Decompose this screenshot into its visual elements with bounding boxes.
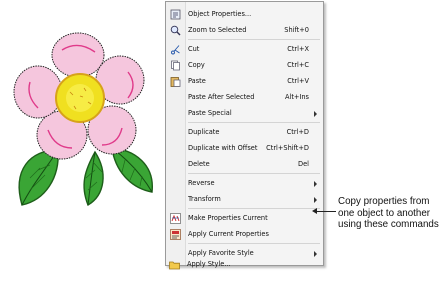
menu-item-label: Delete bbox=[188, 160, 210, 168]
zoom-icon bbox=[170, 25, 181, 36]
submenu-arrow-icon bbox=[314, 111, 317, 117]
menu-item-delete[interactable]: Delete Del bbox=[166, 156, 323, 172]
menu-item-label: Duplicate with Offset bbox=[188, 144, 258, 152]
menu-item-shortcut: Del bbox=[298, 160, 309, 168]
menu-item-paste-after-selected[interactable]: Paste After Selected Alt+Ins bbox=[166, 89, 323, 105]
apply-properties-icon bbox=[170, 229, 181, 240]
menu-item-shortcut: Shift+0 bbox=[284, 26, 309, 34]
menu-separator bbox=[188, 39, 320, 40]
menu-item-shortcut: Alt+Ins bbox=[284, 93, 309, 101]
menu-separator bbox=[188, 243, 320, 244]
menu-item-duplicate[interactable]: Duplicate Ctrl+D bbox=[166, 124, 323, 140]
callout-leader-line bbox=[314, 211, 336, 212]
menu-item-transform[interactable]: Transform bbox=[166, 191, 323, 207]
paste-icon bbox=[170, 77, 181, 87]
menu-item-label: Paste Special bbox=[188, 109, 232, 117]
menu-item-cut[interactable]: Cut Ctrl+X bbox=[166, 41, 323, 57]
menu-separator bbox=[188, 122, 320, 123]
menu-item-paste[interactable]: Paste Ctrl+V bbox=[166, 73, 323, 89]
embroidery-flower-illustration bbox=[13, 32, 153, 207]
menu-item-label: Apply Style... bbox=[187, 260, 231, 268]
menu-item-label: Apply Current Properties bbox=[188, 230, 269, 238]
menu-separator bbox=[188, 173, 320, 174]
folder-icon bbox=[169, 261, 180, 270]
menu-item-apply-current-properties[interactable]: Apply Current Properties bbox=[166, 226, 323, 242]
menu-item-label: Make Properties Current bbox=[188, 214, 268, 222]
menu-item-label: Object Properties... bbox=[188, 10, 252, 18]
menu-item-label: Duplicate bbox=[188, 128, 220, 136]
submenu-arrow-icon bbox=[314, 197, 317, 203]
menu-item-label: Cut bbox=[188, 45, 200, 53]
menu-item-paste-special[interactable]: Paste Special bbox=[166, 105, 323, 121]
menu-item-shortcut: Ctrl+Shift+D bbox=[266, 144, 309, 152]
make-properties-current-icon bbox=[170, 213, 181, 224]
menu-item-reverse[interactable]: Reverse bbox=[166, 175, 323, 191]
menu-item-make-properties-current[interactable]: Make Properties Current bbox=[166, 210, 323, 226]
callout-text: Copy properties from one object to anoth… bbox=[338, 196, 439, 230]
leaves bbox=[18, 147, 153, 207]
menu-item-label: Paste After Selected bbox=[188, 93, 255, 101]
submenu-arrow-icon bbox=[314, 181, 317, 187]
flower-center bbox=[55, 73, 105, 123]
menu-item-object-properties[interactable]: Object Properties... bbox=[166, 6, 323, 22]
menu-item-label: Reverse bbox=[188, 179, 215, 187]
menu-item-duplicate-with-offset[interactable]: Duplicate with Offset Ctrl+Shift+D bbox=[166, 140, 323, 156]
menu-item-shortcut: Ctrl+C bbox=[287, 61, 309, 69]
menu-item-copy[interactable]: Copy Ctrl+C bbox=[166, 57, 323, 73]
scissors-icon bbox=[171, 45, 180, 55]
menu-item-label: Copy bbox=[188, 61, 205, 69]
menu-item-zoom-to-selected[interactable]: Zoom to Selected Shift+0 bbox=[166, 22, 323, 38]
menu-item-label: Transform bbox=[188, 195, 221, 203]
menu-item-shortcut: Ctrl+X bbox=[287, 45, 309, 53]
menu-item-apply-style[interactable]: Apply Style... bbox=[165, 256, 322, 272]
menu-item-shortcut: Ctrl+D bbox=[286, 128, 309, 136]
menu-item-label: Paste bbox=[188, 77, 206, 85]
menu-item-label: Zoom to Selected bbox=[188, 26, 247, 34]
menu-item-shortcut: Ctrl+V bbox=[287, 77, 309, 85]
context-menu: Object Properties... Zoom to Selected Sh… bbox=[165, 1, 324, 266]
menu-separator bbox=[188, 208, 320, 209]
object-properties-icon bbox=[170, 9, 181, 20]
copy-icon bbox=[171, 60, 180, 71]
